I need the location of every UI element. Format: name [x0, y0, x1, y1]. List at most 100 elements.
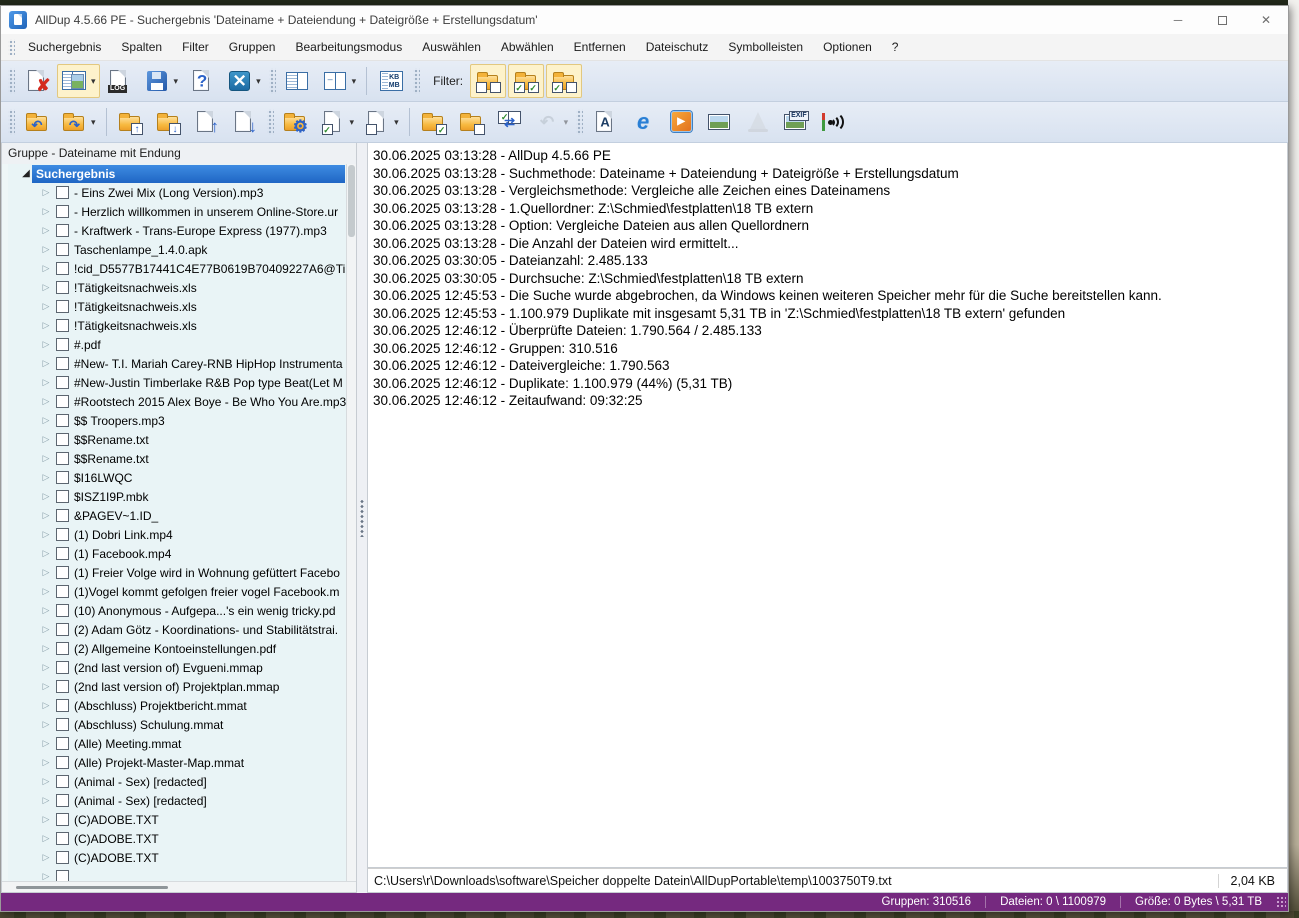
- tree-item[interactable]: ▷&PAGEV~1.ID_: [8, 506, 346, 525]
- expander-collapsed-icon[interactable]: ▷: [40, 358, 52, 369]
- menu-item-suchergebnis[interactable]: Suchergebnis: [18, 36, 111, 58]
- open-image-viewer-button[interactable]: [701, 105, 737, 139]
- tree-item[interactable]: ▷(C)ADOBE.TXT: [8, 810, 346, 829]
- item-checkbox[interactable]: [56, 471, 69, 484]
- menu-item-dateischutz[interactable]: Dateischutz: [636, 36, 719, 58]
- dropdown-arrow-icon[interactable]: ▾: [256, 76, 261, 87]
- tree-item[interactable]: ▷: [8, 867, 346, 881]
- close-button[interactable]: ✕▾: [222, 64, 265, 98]
- expander-collapsed-icon[interactable]: ▷: [40, 510, 52, 521]
- expander-collapsed-icon[interactable]: ▷: [40, 339, 52, 350]
- expander-collapsed-icon[interactable]: ▷: [40, 586, 52, 597]
- item-checkbox[interactable]: [56, 186, 69, 199]
- expander-collapsed-icon[interactable]: ▷: [40, 567, 52, 578]
- toolbar-drag-grip[interactable]: [576, 109, 583, 135]
- tree-item[interactable]: ▷Taschenlampe_1.4.0.apk: [8, 240, 346, 259]
- tree-item[interactable]: ▷(2nd last version of) Projektplan.mmap: [8, 677, 346, 696]
- menu-item-abw-hlen[interactable]: Abwählen: [491, 36, 564, 58]
- item-checkbox[interactable]: [56, 300, 69, 313]
- dropdown-arrow-icon[interactable]: ▾: [394, 117, 399, 128]
- tree-item[interactable]: ▷(Abschluss) Schulung.mmat: [8, 715, 346, 734]
- menu-item-symbolleisten[interactable]: Symbolleisten: [718, 36, 813, 58]
- tree-item[interactable]: ▷(1) Facebook.mp4: [8, 544, 346, 563]
- item-checkbox[interactable]: [56, 376, 69, 389]
- item-checkbox[interactable]: [56, 243, 69, 256]
- menu-item-gruppen[interactable]: Gruppen: [219, 36, 286, 58]
- panel-splitter[interactable]: [357, 143, 367, 893]
- expander-collapsed-icon[interactable]: ▷: [40, 719, 52, 730]
- menu-item-filter[interactable]: Filter: [172, 36, 219, 58]
- tree-item[interactable]: ▷(2nd last version of) Evgueni.mmap: [8, 658, 346, 677]
- maximize-button[interactable]: [1200, 6, 1244, 34]
- item-checkbox[interactable]: [56, 395, 69, 408]
- expander-collapsed-icon[interactable]: ▷: [40, 320, 52, 331]
- menu-item-spalten[interactable]: Spalten: [111, 36, 172, 58]
- previous-file-button[interactable]: ↑: [189, 105, 225, 139]
- item-checkbox[interactable]: [56, 509, 69, 522]
- tree-item[interactable]: ▷- Kraftwerk - Trans-Europe Express (197…: [8, 221, 346, 240]
- item-checkbox[interactable]: [56, 680, 69, 693]
- select-group-button[interactable]: ✓: [416, 105, 452, 139]
- next-group-button[interactable]: ↷▾: [57, 105, 100, 139]
- layout-split-button[interactable]: ▾: [318, 64, 361, 98]
- tree-item[interactable]: ▷!cid_D5577B17441C4E77B0619B70409227A6@T…: [8, 259, 346, 278]
- expander-collapsed-icon[interactable]: ▷: [40, 396, 52, 407]
- item-checkbox[interactable]: [56, 813, 69, 826]
- tree-item[interactable]: ▷!Tätigkeitsnachweis.xls: [8, 316, 346, 335]
- tree-item[interactable]: ▷- Eins Zwei Mix (Long Version).mp3: [8, 183, 346, 202]
- item-checkbox[interactable]: [56, 585, 69, 598]
- expander-collapsed-icon[interactable]: ▷: [40, 757, 52, 768]
- toolbar-drag-grip[interactable]: [8, 68, 15, 94]
- dropdown-arrow-icon[interactable]: ▾: [91, 117, 96, 128]
- tree-item[interactable]: ▷(Animal - Sex) [redacted]: [8, 791, 346, 810]
- preview-pane-button[interactable]: ▾: [57, 64, 100, 98]
- group-options-button[interactable]: ⚙: [278, 105, 314, 139]
- expander-collapsed-icon[interactable]: ▷: [40, 187, 52, 198]
- log-button[interactable]: LOG: [102, 64, 138, 98]
- tree-item[interactable]: ▷(1) Freier Volge wird in Wohnung gefütt…: [8, 563, 346, 582]
- open-browser-button[interactable]: e: [625, 105, 661, 139]
- item-checkbox[interactable]: [56, 870, 69, 881]
- first-group-button[interactable]: ↑: [113, 105, 149, 139]
- resize-grip-icon[interactable]: [1276, 896, 1286, 908]
- tree-vertical-scrollbar[interactable]: [346, 164, 356, 881]
- item-checkbox[interactable]: [56, 604, 69, 617]
- item-checkbox[interactable]: [56, 205, 69, 218]
- dropdown-arrow-icon[interactable]: ▾: [350, 117, 355, 128]
- expander-collapsed-icon[interactable]: ▷: [40, 852, 52, 863]
- undo-button[interactable]: ↶▾: [530, 105, 573, 139]
- tree-item[interactable]: ▷(2) Adam Götz - Koordinations- und Stab…: [8, 620, 346, 639]
- item-checkbox[interactable]: [56, 281, 69, 294]
- item-checkbox[interactable]: [56, 661, 69, 674]
- item-checkbox[interactable]: [56, 832, 69, 845]
- expander-collapsed-icon[interactable]: ▷: [40, 795, 52, 806]
- item-checkbox[interactable]: [56, 414, 69, 427]
- dropdown-arrow-icon[interactable]: ▾: [352, 76, 357, 87]
- item-checkbox[interactable]: [56, 452, 69, 465]
- menu-item-ausw-hlen[interactable]: Auswählen: [412, 36, 491, 58]
- tree-item[interactable]: ▷(1) Dobri Link.mp4: [8, 525, 346, 544]
- select-files-button[interactable]: ✓▾: [316, 105, 359, 139]
- tree-item[interactable]: ▷#Rootstech 2015 Alex Boye - Be Who You …: [8, 392, 346, 411]
- item-checkbox[interactable]: [56, 490, 69, 503]
- item-checkbox[interactable]: [56, 528, 69, 541]
- deselect-group-button[interactable]: [454, 105, 490, 139]
- item-checkbox[interactable]: [56, 319, 69, 332]
- size-unit-button[interactable]: [373, 64, 409, 98]
- expander-collapsed-icon[interactable]: ▷: [40, 548, 52, 559]
- expander-collapsed-icon[interactable]: ▷: [40, 263, 52, 274]
- item-checkbox[interactable]: [56, 566, 69, 579]
- tree-item[interactable]: ▷!Tätigkeitsnachweis.xls: [8, 297, 346, 316]
- menu-item-?[interactable]: ?: [882, 36, 909, 58]
- tree-item[interactable]: ▷#New-Justin Timberlake R&B Pop type Bea…: [8, 373, 346, 392]
- open-media-player-button[interactable]: ▶: [663, 105, 699, 139]
- expander-collapsed-icon[interactable]: ▷: [40, 529, 52, 540]
- tree-horizontal-scrollbar-thumb[interactable]: [16, 886, 168, 889]
- menu-item-entfernen[interactable]: Entfernen: [564, 36, 636, 58]
- tree-horizontal-scrollbar[interactable]: [2, 881, 356, 892]
- tree-item[interactable]: ▷(C)ADOBE.TXT: [8, 829, 346, 848]
- expander-collapsed-icon[interactable]: ▷: [40, 605, 52, 616]
- tree-item[interactable]: ▷$$Rename.txt: [8, 449, 346, 468]
- item-checkbox[interactable]: [56, 851, 69, 864]
- play-audio-button[interactable]: [815, 105, 851, 139]
